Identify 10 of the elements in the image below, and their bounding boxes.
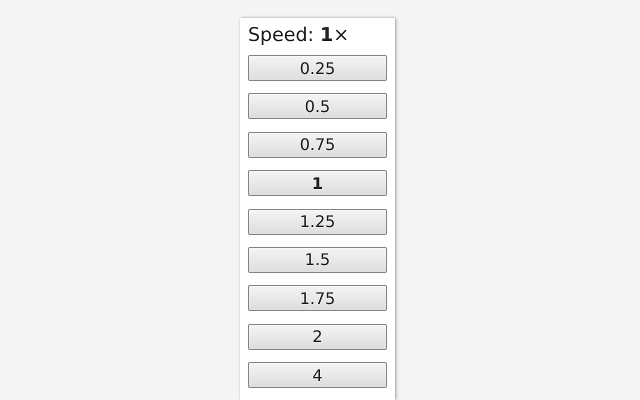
speed-button[interactable]: 2 bbox=[248, 324, 387, 350]
speed-button[interactable]: 1 bbox=[248, 170, 387, 196]
speed-button[interactable]: 0.5 bbox=[248, 93, 387, 120]
speed-button[interactable]: 4 bbox=[248, 362, 387, 388]
speed-button[interactable]: 0.75 bbox=[248, 132, 387, 158]
speed-button[interactable]: 1.75 bbox=[248, 285, 387, 312]
speed-heading: Speed: 1× bbox=[248, 24, 350, 46]
speed-button[interactable]: 1.25 bbox=[248, 208, 387, 235]
speed-button[interactable]: 1.5 bbox=[248, 246, 387, 273]
speed-button[interactable]: 0.25 bbox=[248, 55, 387, 81]
